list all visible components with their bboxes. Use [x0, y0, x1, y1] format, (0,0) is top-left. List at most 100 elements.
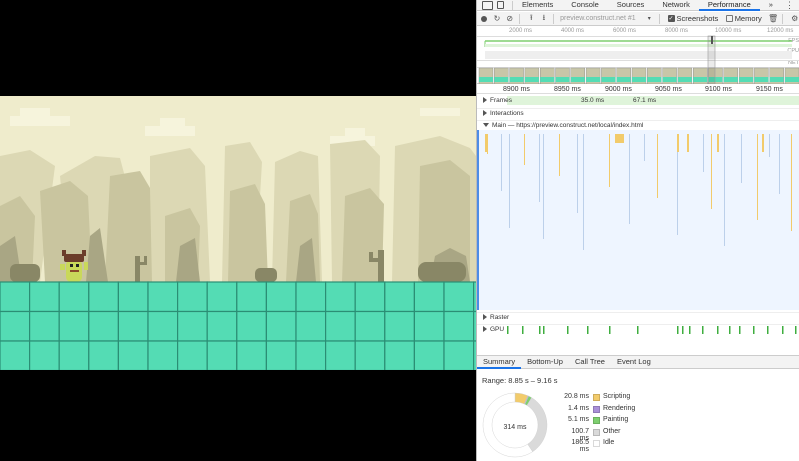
frame-duration[interactable]: 35.0 ms — [581, 97, 604, 104]
flame-task[interactable] — [779, 134, 780, 194]
profile-select-chevron-icon[interactable]: ▾ — [644, 13, 655, 25]
flame-task[interactable] — [687, 134, 689, 152]
gpu-event[interactable] — [609, 326, 611, 334]
raster-track-label[interactable]: Raster — [483, 314, 509, 321]
profile-select[interactable]: preview.construct.net #1 — [558, 14, 642, 24]
flame-task[interactable] — [501, 134, 502, 191]
device-toolbar-icon[interactable] — [497, 1, 504, 9]
tab-sources[interactable]: Sources — [608, 0, 654, 11]
legend-swatch — [593, 417, 600, 424]
gpu-event[interactable] — [729, 326, 731, 334]
gpu-event[interactable] — [782, 326, 784, 334]
gpu-event[interactable] — [507, 326, 509, 334]
tab-elements[interactable]: Elements — [513, 0, 562, 11]
tab-performance[interactable]: Performance — [698, 0, 760, 11]
tab-network[interactable]: Network — [653, 0, 699, 11]
game-viewport[interactable] — [0, 0, 476, 461]
raster-track[interactable]: Raster — [477, 312, 799, 322]
gpu-event[interactable] — [767, 326, 769, 334]
gpu-event[interactable] — [637, 326, 639, 334]
memory-checkbox[interactable] — [726, 15, 733, 22]
main-flame-chart[interactable] — [477, 130, 799, 310]
flame-task[interactable] — [769, 134, 770, 157]
tab-event-log[interactable]: Event Log — [611, 355, 657, 369]
gpu-event[interactable] — [689, 326, 691, 334]
screenshots-checkbox[interactable]: ✓ — [667, 15, 675, 22]
devtools-tab-bar: Elements Console Sources Network Perform… — [477, 0, 799, 11]
gpu-track[interactable]: GPU — [477, 324, 799, 334]
legend-swatch — [593, 428, 600, 436]
ground-tile — [384, 310, 415, 342]
interactions-track-label[interactable]: Interactions — [483, 110, 524, 117]
flame-task[interactable] — [487, 134, 488, 154]
ground-tile — [236, 340, 268, 370]
gpu-event[interactable] — [682, 326, 684, 334]
gpu-event[interactable] — [587, 326, 589, 334]
clear-button[interactable]: ⊘ — [504, 13, 515, 25]
flame-task[interactable] — [644, 134, 645, 161]
gpu-event[interactable] — [522, 326, 524, 334]
devtools-menu-icon[interactable]: ⋮ — [785, 0, 794, 10]
gpu-event[interactable] — [702, 326, 704, 334]
frames-track[interactable]: Frames 35.0 ms 67.1 ms — [477, 95, 799, 106]
ground-tile — [29, 281, 60, 313]
flame-task[interactable] — [509, 134, 510, 228]
flame-task[interactable] — [741, 134, 742, 183]
flame-task[interactable] — [615, 134, 624, 143]
interactions-track[interactable]: Interactions — [477, 108, 799, 118]
flame-task[interactable] — [677, 134, 679, 152]
gpu-event[interactable] — [567, 326, 569, 334]
flame-task[interactable] — [524, 134, 525, 165]
tab-summary[interactable]: Summary — [477, 355, 522, 369]
ruler-tick: 9050 ms — [655, 86, 682, 93]
tab-bottom-up[interactable]: Bottom-Up — [521, 355, 569, 369]
ground-tile — [206, 310, 238, 342]
timeline-overview[interactable]: 2000 ms 4000 ms 6000 ms 8000 ms 10000 ms… — [477, 27, 799, 84]
filmstrip-frame-ground — [540, 77, 555, 82]
gpu-event[interactable] — [795, 326, 797, 334]
flame-task[interactable] — [539, 134, 540, 202]
load-profile-button[interactable]: ⭱ — [526, 13, 537, 25]
record-button[interactable] — [479, 13, 490, 25]
more-tabs-button[interactable]: » — [760, 0, 782, 11]
settings-gear-icon[interactable]: ⚙ — [789, 13, 799, 25]
tab-call-tree[interactable]: Call Tree — [569, 355, 611, 369]
ground-tile — [295, 310, 327, 342]
flame-task[interactable] — [629, 134, 630, 224]
gpu-event[interactable] — [739, 326, 741, 334]
ground-tile — [147, 281, 179, 313]
gpu-event[interactable] — [539, 326, 541, 334]
tab-console[interactable]: Console — [562, 0, 608, 11]
flame-task[interactable] — [711, 134, 712, 209]
save-profile-button[interactable]: ⭳ — [539, 13, 550, 25]
legend-swatch — [593, 440, 600, 447]
flame-task[interactable] — [583, 134, 584, 250]
flame-task[interactable] — [657, 134, 658, 198]
main-track-label[interactable]: Main — https://preview.construct.net/loc… — [483, 122, 643, 129]
flame-task[interactable] — [762, 134, 764, 152]
flame-task[interactable] — [559, 134, 560, 176]
overview-graphs — [477, 35, 799, 84]
reload-profile-button[interactable]: ↻ — [492, 13, 503, 25]
gpu-event[interactable] — [677, 326, 679, 334]
flame-task[interactable] — [717, 134, 719, 152]
flame-task[interactable] — [757, 134, 758, 220]
reload-icon: ↻ — [493, 14, 501, 23]
game-canvas[interactable] — [0, 96, 476, 370]
flame-task[interactable] — [543, 134, 544, 239]
frame-duration[interactable]: 67.1 ms — [633, 97, 656, 104]
flame-task[interactable] — [724, 134, 725, 246]
inspect-element-icon[interactable] — [482, 0, 493, 10]
gpu-event[interactable] — [753, 326, 755, 334]
gpu-event[interactable] — [717, 326, 719, 334]
ground-tile — [29, 310, 60, 342]
flame-task[interactable] — [703, 134, 704, 172]
main-track-header[interactable]: Main — https://preview.construct.net/loc… — [477, 120, 799, 130]
frames-track-label[interactable]: Frames — [483, 97, 512, 104]
trash-icon[interactable]: 🗑 — [768, 13, 779, 25]
flame-task[interactable] — [609, 134, 610, 187]
flame-task[interactable] — [485, 134, 487, 152]
flame-task[interactable] — [577, 134, 578, 213]
gpu-event[interactable] — [543, 326, 545, 334]
flame-task[interactable] — [791, 134, 792, 231]
